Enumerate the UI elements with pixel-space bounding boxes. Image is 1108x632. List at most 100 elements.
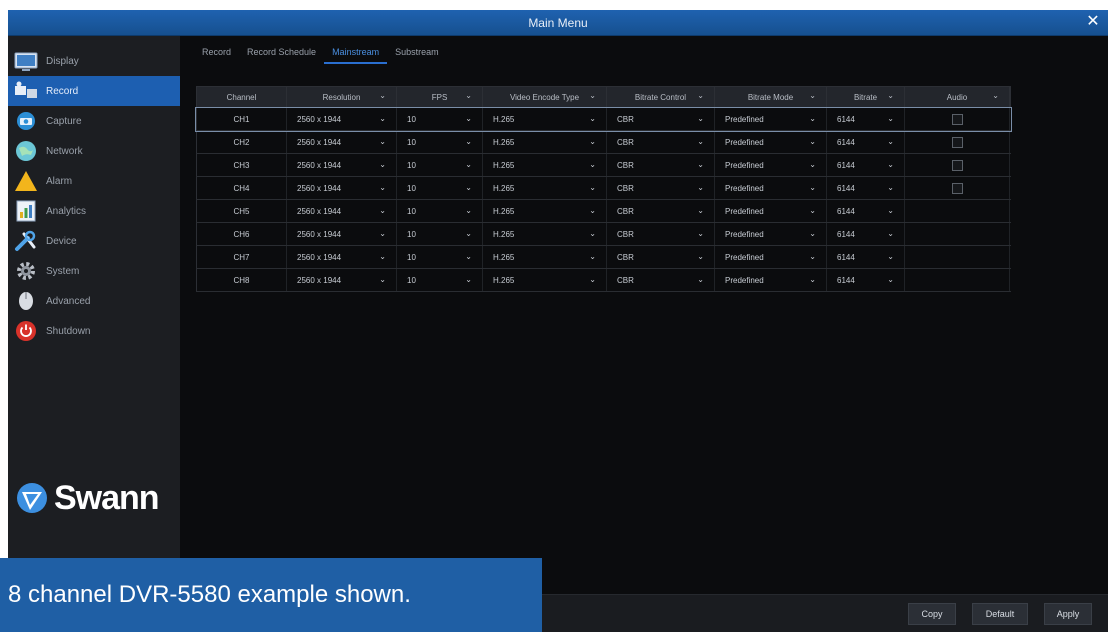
table-row[interactable]: CH5 2560 x 1944 ⌄ 10 ⌄ H.265 ⌄ CBR ⌄ Predefined ⌄ 6… — [196, 200, 1011, 223]
chevron-down-icon[interactable]: ⌄ — [379, 183, 386, 192]
bitrate-control-dropdown[interactable]: CBR ⌄ — [607, 154, 715, 176]
bitrate-mode-dropdown[interactable]: Predefined ⌄ — [715, 177, 827, 199]
audio-checkbox[interactable] — [951, 159, 963, 171]
sidebar-item-capture[interactable]: Capture — [8, 106, 180, 136]
chevron-down-icon[interactable]: ⌄ — [379, 206, 386, 215]
bitrate-dropdown[interactable]: 6144 ⌄ — [827, 108, 905, 130]
chevron-down-icon[interactable]: ⌄ — [589, 114, 596, 123]
chevron-down-icon[interactable]: ⌄ — [465, 252, 472, 261]
sidebar-item-record[interactable]: Record — [8, 76, 180, 106]
chevron-down-icon[interactable]: ⌄ — [465, 114, 472, 123]
table-row[interactable]: CH2 2560 x 1944 ⌄ 10 ⌄ H.265 ⌄ CBR ⌄ Predefined ⌄ 6… — [196, 131, 1011, 154]
sidebar-item-shutdown[interactable]: Shutdown — [8, 316, 180, 346]
chevron-down-icon[interactable]: ⌄ — [809, 160, 816, 169]
chevron-down-icon[interactable]: ⌄ — [992, 91, 999, 100]
chevron-down-icon[interactable]: ⌄ — [887, 183, 894, 192]
sidebar-item-advanced[interactable]: Advanced — [8, 286, 180, 316]
chevron-down-icon[interactable]: ⌄ — [589, 275, 596, 284]
chevron-down-icon[interactable]: ⌄ — [887, 275, 894, 284]
chevron-down-icon[interactable]: ⌄ — [379, 160, 386, 169]
default-button[interactable]: Default — [972, 603, 1028, 625]
chevron-down-icon[interactable]: ⌄ — [809, 229, 816, 238]
tab-mainstream[interactable]: Mainstream — [324, 44, 388, 64]
chevron-down-icon[interactable]: ⌄ — [697, 160, 704, 169]
chevron-down-icon[interactable]: ⌄ — [697, 229, 704, 238]
chevron-down-icon[interactable]: ⌄ — [465, 91, 472, 100]
bitrate-mode-dropdown[interactable]: Predefined ⌄ — [715, 223, 827, 245]
chevron-down-icon[interactable]: ⌄ — [697, 252, 704, 261]
table-row[interactable]: CH4 2560 x 1944 ⌄ 10 ⌄ H.265 ⌄ CBR ⌄ Predefined ⌄ 6… — [196, 177, 1011, 200]
table-row[interactable]: CH6 2560 x 1944 ⌄ 10 ⌄ H.265 ⌄ CBR ⌄ Predefined ⌄ 6… — [196, 223, 1011, 246]
encode-type-dropdown[interactable]: H.265 ⌄ — [483, 246, 607, 268]
chevron-down-icon[interactable]: ⌄ — [887, 137, 894, 146]
bitrate-mode-dropdown[interactable]: Predefined ⌄ — [715, 131, 827, 153]
chevron-down-icon[interactable]: ⌄ — [809, 275, 816, 284]
chevron-down-icon[interactable]: ⌄ — [589, 91, 596, 100]
bitrate-dropdown[interactable]: 6144 ⌄ — [827, 223, 905, 245]
audio-checkbox[interactable] — [951, 113, 963, 125]
encode-type-dropdown[interactable]: H.265 ⌄ — [483, 108, 607, 130]
bitrate-control-dropdown[interactable]: CBR ⌄ — [607, 200, 715, 222]
bitrate-control-dropdown[interactable]: CBR ⌄ — [607, 108, 715, 130]
sidebar-item-analytics[interactable]: Analytics — [8, 196, 180, 226]
bitrate-control-dropdown[interactable]: CBR ⌄ — [607, 131, 715, 153]
fps-dropdown[interactable]: 10 ⌄ — [397, 200, 483, 222]
chevron-down-icon[interactable]: ⌄ — [809, 137, 816, 146]
chevron-down-icon[interactable]: ⌄ — [589, 160, 596, 169]
sidebar-item-alarm[interactable]: Alarm — [8, 166, 180, 196]
resolution-dropdown[interactable]: 2560 x 1944 ⌄ — [287, 154, 397, 176]
resolution-dropdown[interactable]: 2560 x 1944 ⌄ — [287, 269, 397, 291]
close-icon[interactable]: ✕ — [1084, 13, 1102, 31]
chevron-down-icon[interactable]: ⌄ — [589, 137, 596, 146]
table-row[interactable]: CH3 2560 x 1944 ⌄ 10 ⌄ H.265 ⌄ CBR ⌄ Predefined ⌄ 6… — [196, 154, 1011, 177]
bitrate-mode-dropdown[interactable]: Predefined ⌄ — [715, 154, 827, 176]
bitrate-dropdown[interactable]: 6144 ⌄ — [827, 177, 905, 199]
bitrate-control-dropdown[interactable]: CBR ⌄ — [607, 269, 715, 291]
chevron-down-icon[interactable]: ⌄ — [379, 229, 386, 238]
sidebar-item-network[interactable]: Network — [8, 136, 180, 166]
apply-button[interactable]: Apply — [1044, 603, 1092, 625]
resolution-dropdown[interactable]: 2560 x 1944 ⌄ — [287, 131, 397, 153]
table-row[interactable]: CH1 2560 x 1944 ⌄ 10 ⌄ H.265 ⌄ CBR ⌄ Predefined ⌄ 6… — [195, 107, 1012, 132]
encode-type-dropdown[interactable]: H.265 ⌄ — [483, 177, 607, 199]
sidebar-item-device[interactable]: Device — [8, 226, 180, 256]
chevron-down-icon[interactable]: ⌄ — [697, 114, 704, 123]
bitrate-mode-dropdown[interactable]: Predefined ⌄ — [715, 269, 827, 291]
tab-substream[interactable]: Substream — [387, 44, 447, 64]
bitrate-control-dropdown[interactable]: CBR ⌄ — [607, 177, 715, 199]
chevron-down-icon[interactable]: ⌄ — [887, 160, 894, 169]
bitrate-dropdown[interactable]: 6144 ⌄ — [827, 131, 905, 153]
resolution-dropdown[interactable]: 2560 x 1944 ⌄ — [287, 177, 397, 199]
bitrate-control-dropdown[interactable]: CBR ⌄ — [607, 246, 715, 268]
chevron-down-icon[interactable]: ⌄ — [887, 91, 894, 100]
bitrate-dropdown[interactable]: 6144 ⌄ — [827, 200, 905, 222]
chevron-down-icon[interactable]: ⌄ — [697, 206, 704, 215]
fps-dropdown[interactable]: 10 ⌄ — [397, 154, 483, 176]
chevron-down-icon[interactable]: ⌄ — [379, 114, 386, 123]
chevron-down-icon[interactable]: ⌄ — [887, 252, 894, 261]
chevron-down-icon[interactable]: ⌄ — [379, 137, 386, 146]
bitrate-mode-dropdown[interactable]: Predefined ⌄ — [715, 200, 827, 222]
chevron-down-icon[interactable]: ⌄ — [465, 160, 472, 169]
encode-type-dropdown[interactable]: H.265 ⌄ — [483, 154, 607, 176]
chevron-down-icon[interactable]: ⌄ — [589, 183, 596, 192]
tab-record[interactable]: Record — [194, 44, 239, 64]
bitrate-dropdown[interactable]: 6144 ⌄ — [827, 154, 905, 176]
chevron-down-icon[interactable]: ⌄ — [589, 206, 596, 215]
fps-dropdown[interactable]: 10 ⌄ — [397, 177, 483, 199]
bitrate-mode-dropdown[interactable]: Predefined ⌄ — [715, 246, 827, 268]
encode-type-dropdown[interactable]: H.265 ⌄ — [483, 223, 607, 245]
bitrate-mode-dropdown[interactable]: Predefined ⌄ — [715, 108, 827, 130]
chevron-down-icon[interactable]: ⌄ — [887, 229, 894, 238]
fps-dropdown[interactable]: 10 ⌄ — [397, 108, 483, 130]
audio-checkbox[interactable] — [951, 136, 963, 148]
chevron-down-icon[interactable]: ⌄ — [379, 91, 386, 100]
fps-dropdown[interactable]: 10 ⌄ — [397, 246, 483, 268]
chevron-down-icon[interactable]: ⌄ — [697, 91, 704, 100]
chevron-down-icon[interactable]: ⌄ — [465, 137, 472, 146]
chevron-down-icon[interactable]: ⌄ — [697, 183, 704, 192]
copy-button[interactable]: Copy — [908, 603, 956, 625]
chevron-down-icon[interactable]: ⌄ — [809, 183, 816, 192]
chevron-down-icon[interactable]: ⌄ — [809, 252, 816, 261]
chevron-down-icon[interactable]: ⌄ — [809, 114, 816, 123]
